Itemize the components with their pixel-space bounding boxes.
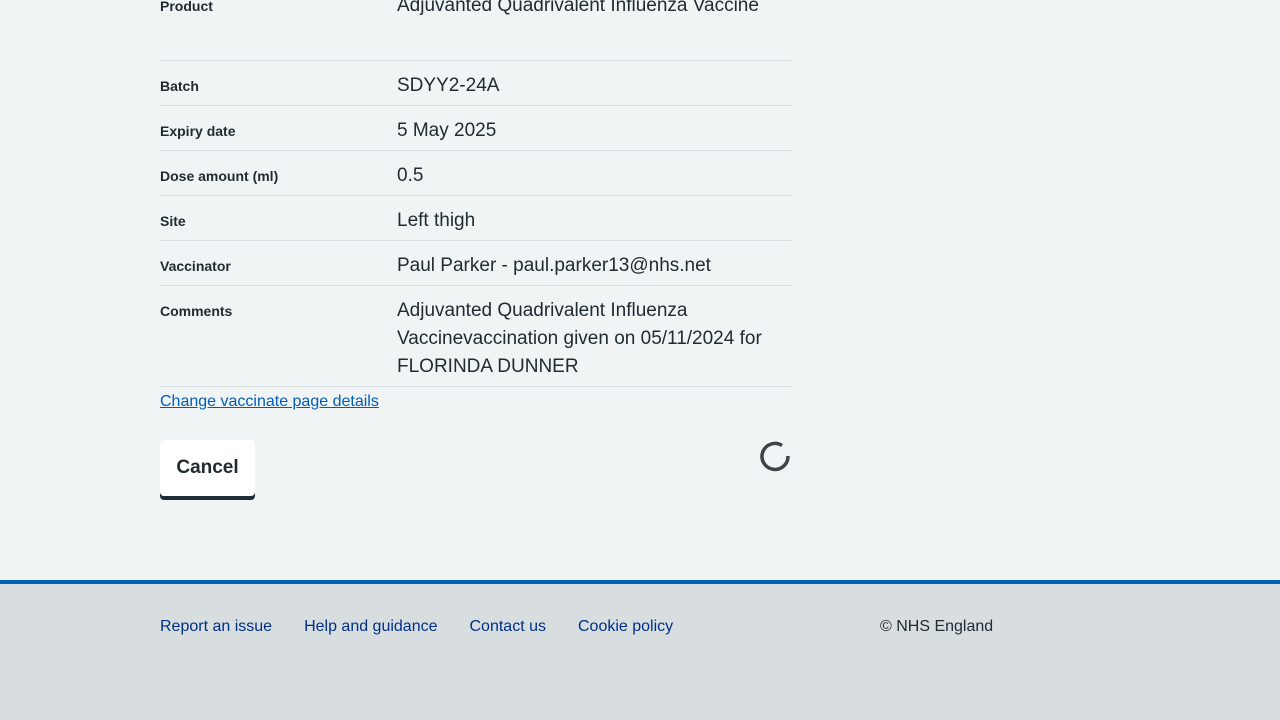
- footer-links: Report an issue Help and guidance Contac…: [160, 616, 673, 638]
- summary-row-comments: Comments Adjuvanted Quadrivalent Influen…: [160, 286, 792, 387]
- summary-row-vaccinator: Vaccinator Paul Parker - paul.parker13@n…: [160, 241, 792, 286]
- footer: Report an issue Help and guidance Contac…: [0, 584, 1280, 720]
- footer-link-help[interactable]: Help and guidance: [304, 616, 437, 638]
- summary-key: Site: [160, 213, 186, 229]
- cancel-button[interactable]: Cancel: [160, 440, 255, 496]
- change-details-link[interactable]: Change vaccinate page details: [160, 392, 379, 412]
- summary-key: Batch: [160, 78, 199, 94]
- summary-value: Left thigh: [397, 210, 476, 231]
- summary-value: 0.5: [397, 165, 424, 186]
- summary-value: SDYY2-24A: [397, 75, 500, 96]
- main-content: Product Adjuvanted Quadrivalent Influenz…: [160, 0, 792, 580]
- summary-row-batch: Batch SDYY2-24A: [160, 61, 792, 106]
- summary-value: Paul Parker - paul.parker13@nhs.net: [397, 255, 711, 276]
- summary-key: Product: [160, 0, 213, 14]
- summary-value: Adjuvanted Quadrivalent Influenza Vaccin…: [397, 300, 762, 377]
- copyright: © NHS England: [880, 618, 994, 635]
- summary-key: Vaccinator: [160, 258, 231, 274]
- summary-key: Expiry date: [160, 123, 236, 139]
- summary-row-product: Product Adjuvanted Quadrivalent Influenz…: [160, 0, 792, 61]
- footer-link-contact[interactable]: Contact us: [470, 616, 546, 638]
- summary-key: Dose amount (ml): [160, 168, 279, 184]
- footer-link-cookie-policy[interactable]: Cookie policy: [578, 616, 673, 638]
- footer-link-report-issue[interactable]: Report an issue: [160, 616, 272, 638]
- summary-value: Adjuvanted Quadrivalent Influenza Vaccin…: [397, 0, 759, 16]
- summary-row-expiry-date: Expiry date 5 May 2025: [160, 106, 792, 151]
- summary-value: 5 May 2025: [397, 120, 497, 141]
- summary-key: Comments: [160, 303, 233, 319]
- summary-row-dose-amount: Dose amount (ml) 0.5: [160, 151, 792, 196]
- summary-list: Product Adjuvanted Quadrivalent Influenz…: [160, 0, 792, 387]
- loading-spinner-icon: [760, 441, 790, 472]
- summary-row-site: Site Left thigh: [160, 196, 792, 241]
